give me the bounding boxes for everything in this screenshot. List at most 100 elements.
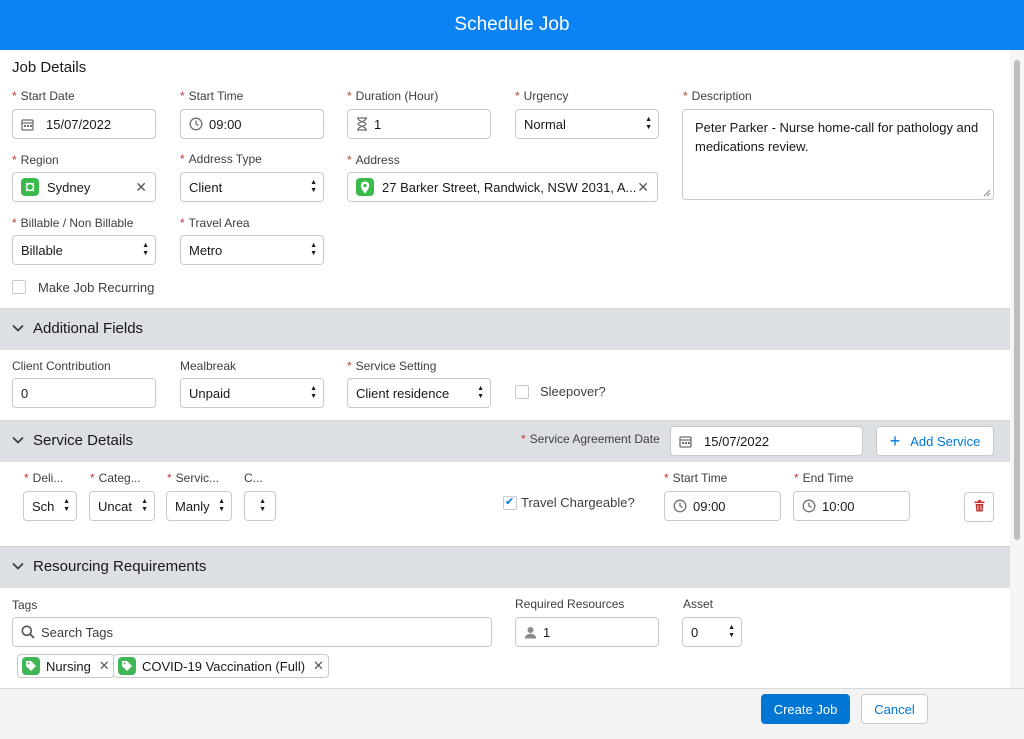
recurring-label: Make Job Recurring <box>38 280 155 295</box>
clock-icon <box>189 117 203 131</box>
select-arrows-icon: ▲ ▼ <box>477 385 484 400</box>
clock-icon <box>802 499 816 513</box>
select-arrows-icon: ▲ ▼ <box>310 179 317 194</box>
service-agreement-date-input[interactable]: 15/07/2022 <box>670 426 863 456</box>
description-value: Peter Parker - Nurse home-call for patho… <box>695 120 979 154</box>
mealbreak-label: Mealbreak <box>180 359 237 373</box>
select-arrows-icon: ▲ ▼ <box>142 242 149 257</box>
tag-icon <box>118 657 136 675</box>
start-time-input[interactable]: 09:00 <box>180 109 324 139</box>
trash-icon <box>974 499 985 515</box>
close-icon[interactable]: ✕ <box>135 179 147 196</box>
tag-label: Nursing <box>46 658 91 674</box>
resize-handle-icon[interactable] <box>983 189 991 197</box>
mealbreak-select[interactable]: Unpaid ▲ ▼ <box>180 378 324 408</box>
address-type-value: Client <box>189 179 223 195</box>
delete-service-button[interactable] <box>964 492 994 522</box>
service-col3-select[interactable]: Manly ▲ ▼ <box>166 491 232 521</box>
region-label: * Region <box>12 153 59 167</box>
sleepover-checkbox[interactable] <box>515 385 529 399</box>
asset-label: Asset <box>683 597 714 611</box>
select-arrows-icon: ▲ ▼ <box>141 498 148 513</box>
asset-select[interactable]: 0 ▲ ▼ <box>682 617 742 647</box>
select-arrows-icon: ▲ ▼ <box>728 624 735 639</box>
add-service-button[interactable]: + Add Service <box>876 426 994 456</box>
select-arrows-icon: ▲ ▼ <box>259 498 266 513</box>
urgency-select[interactable]: Normal ▲ ▼ <box>515 109 659 139</box>
cancel-button[interactable]: Cancel <box>861 694 928 724</box>
service-col2-select[interactable]: Uncat ▲ ▼ <box>89 491 155 521</box>
job-details-heading: Job Details <box>12 59 87 76</box>
start-time-label: * Start Time <box>180 89 244 103</box>
service-col1-value: Sch <box>32 498 55 514</box>
tag-pill[interactable]: COVID-19 Vaccination (Full) ✕ <box>113 654 329 678</box>
calendar-icon <box>21 118 34 131</box>
select-arrows-icon: ▲ ▼ <box>310 242 317 257</box>
required-resources-label: Required Resources <box>515 597 625 611</box>
billable-value: Billable <box>21 242 63 258</box>
start-date-input[interactable]: 15/07/2022 <box>12 109 156 139</box>
modal-header: Schedule Job <box>0 0 1024 50</box>
service-start-time-value: 09:00 <box>693 498 726 514</box>
close-icon[interactable]: ✕ <box>99 658 110 674</box>
billable-label: * Billable / Non Billable <box>12 216 134 230</box>
duration-label: * Duration (Hour) <box>347 89 439 103</box>
service-setting-value: Client residence <box>356 385 450 401</box>
service-col3-value: Manly <box>175 498 210 514</box>
clock-icon <box>673 499 687 513</box>
tags-search-input[interactable]: Search Tags <box>12 617 492 647</box>
address-value: 27 Barker Street, Randwick, NSW 2031, A.… <box>382 179 637 195</box>
resourcing-section-header[interactable]: Resourcing Requirements <box>0 546 1010 588</box>
chevron-down-icon <box>12 559 24 573</box>
travel-area-select[interactable]: Metro ▲ ▼ <box>180 235 324 265</box>
address-lookup[interactable]: 27 Barker Street, Randwick, NSW 2031, A.… <box>347 172 658 202</box>
service-end-time-input[interactable]: 10:00 <box>793 491 910 521</box>
client-contribution-value: 0 <box>21 385 29 401</box>
duration-input[interactable]: 1 <box>347 109 491 139</box>
travel-area-label: * Travel Area <box>180 216 250 230</box>
recurring-checkbox[interactable] <box>12 280 26 294</box>
service-details-heading: Service Details <box>33 432 134 449</box>
travel-chargeable-checkbox[interactable] <box>503 495 517 510</box>
resourcing-heading: Resourcing Requirements <box>33 558 207 575</box>
chevron-down-icon <box>12 321 24 335</box>
urgency-label: * Urgency <box>515 89 569 103</box>
service-col4-select[interactable]: ▲ ▼ <box>244 491 276 521</box>
description-textarea[interactable]: Peter Parker - Nurse home-call for patho… <box>682 109 994 200</box>
create-job-button[interactable]: Create Job <box>761 694 850 724</box>
service-setting-select[interactable]: Client residence ▲ ▼ <box>347 378 491 408</box>
service-start-time-label: * Start Time <box>664 471 728 485</box>
required-resources-input[interactable]: 1 <box>515 617 659 647</box>
sleepover-label: Sleepover? <box>540 384 606 399</box>
service-start-time-input[interactable]: 09:00 <box>664 491 781 521</box>
client-contribution-label: Client Contribution <box>12 359 111 373</box>
close-icon[interactable]: ✕ <box>313 658 324 674</box>
service-col3-label: * Servic... <box>167 471 220 485</box>
client-contribution-input[interactable]: 0 <box>12 378 156 408</box>
start-date-label: * Start Date <box>12 89 75 103</box>
tag-label: COVID-19 Vaccination (Full) <box>142 658 306 674</box>
region-lookup[interactable]: Sydney ✕ <box>12 172 156 202</box>
tag-pill[interactable]: Nursing ✕ <box>17 654 115 678</box>
urgency-value: Normal <box>524 116 566 132</box>
service-col1-select[interactable]: Sch ▲ ▼ <box>23 491 77 521</box>
service-agreement-date-label: * Service Agreement Date <box>521 432 660 446</box>
description-label: * Description <box>683 89 752 103</box>
asset-value: 0 <box>691 624 699 640</box>
close-icon[interactable]: ✕ <box>637 179 649 196</box>
select-arrows-icon: ▲ ▼ <box>310 385 317 400</box>
additional-fields-section-header[interactable]: Additional Fields <box>0 308 1010 350</box>
scrollbar-thumb[interactable] <box>1014 60 1020 540</box>
service-agreement-date-value: 15/07/2022 <box>704 433 770 449</box>
select-arrows-icon: ▲ ▼ <box>218 498 225 513</box>
select-arrows-icon: ▲ ▼ <box>63 498 70 513</box>
region-icon <box>21 178 39 196</box>
plus-icon: + <box>889 431 901 451</box>
start-time-value: 09:00 <box>209 116 242 132</box>
billable-select[interactable]: Billable ▲ ▼ <box>12 235 156 265</box>
travel-chargeable-label: Travel Chargeable? <box>521 495 635 510</box>
address-type-label: * Address Type <box>180 152 262 166</box>
address-type-select[interactable]: Client ▲ ▼ <box>180 172 324 202</box>
service-col4-label: C... <box>244 471 263 485</box>
tags-label: Tags <box>12 598 38 612</box>
